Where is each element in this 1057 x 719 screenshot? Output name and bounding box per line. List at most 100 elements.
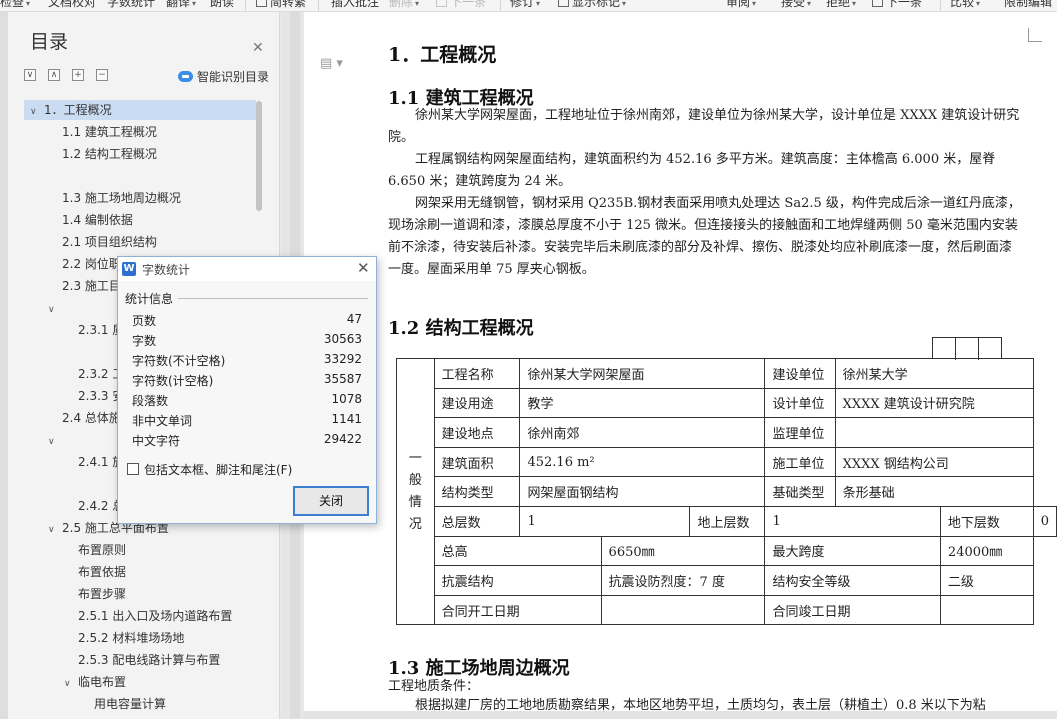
outline-item-label: 2.3 施工目 [62, 279, 121, 293]
toolbar-convert[interactable]: 简转繁 [256, 0, 306, 10]
table-cell: 合同开工日期 [433, 594, 602, 626]
stat-value: 33292 [323, 352, 362, 366]
outline-item[interactable]: 2.5.1 出入口及场内道路布置 [78, 606, 232, 626]
table-cell: 教学 [519, 387, 766, 419]
table-row: 总高 6650㎜ 最大跨度 24000㎜ [397, 535, 1057, 567]
stat-value: 47 [346, 312, 362, 326]
toolbar-delete[interactable]: 删除 ▾ [389, 0, 419, 11]
table-cell: 建筑面积 [433, 446, 521, 478]
outline-item[interactable]: ∨ [48, 430, 62, 450]
outline-item[interactable]: 2.5.3 配电线路计算与布置 [78, 650, 220, 670]
outline-item[interactable]: 1.1 建筑工程概况 [62, 122, 157, 142]
outline-item-label: 1．工程概况 [44, 103, 112, 117]
stat-row: 段落数 1078 [132, 392, 362, 412]
toolbar-restrict-editing[interactable]: 限制编辑 [1004, 0, 1052, 10]
table-cell: 工程名称 [433, 358, 521, 389]
table-cell: 建设用途 [433, 387, 521, 419]
remove-heading-icon[interactable]: − [96, 69, 108, 81]
outline-item[interactable]: 布置原则 [78, 540, 126, 560]
outline-item[interactable]: 用电容量计算 [94, 694, 166, 710]
outline-item[interactable]: ∨ 临电布置 [64, 672, 126, 692]
stat-label: 中文字符 [132, 434, 181, 448]
outline-item[interactable]: ∨ [48, 298, 62, 318]
table-row: 合同开工日期 合同竣工日期 [397, 594, 1057, 626]
outline-item[interactable]: 2.1 项目组织结构 [62, 232, 157, 252]
outline-item[interactable]: ∨ 1．工程概况 [24, 100, 256, 120]
stat-label: 段落数 [132, 394, 169, 408]
stat-row: 字数 30563 [132, 332, 362, 352]
toolbar-next-change[interactable]: 下一条 [872, 0, 922, 10]
smart-toc-button[interactable]: 智能识别目录 [178, 68, 269, 85]
paragraph-building-area: 工程属钢结构网架屋面结构，建筑面积约为 452.16 多平方米。建筑高度：主体檐… [388, 152, 996, 189]
stat-row: 字符数(计空格) 35587 [132, 372, 362, 392]
horizontal-scrollbar[interactable] [304, 711, 1057, 719]
outline-close-icon[interactable]: ✕ [252, 40, 264, 56]
table-cell: 建设地点 [433, 417, 521, 448]
outline-item-label: 1.1 建筑工程概况 [62, 125, 157, 139]
table-header-boxes [932, 337, 1002, 360]
chevron-down-icon[interactable]: ∨ [30, 102, 44, 122]
chevron-down-icon[interactable]: ∨ [48, 432, 62, 452]
dialog-close-icon[interactable]: ✕ [357, 259, 370, 277]
outline-scrollbar[interactable] [256, 101, 262, 211]
include-textbox-label[interactable]: 包括文本框、脚注和尾注(F) [144, 461, 292, 478]
toolbar-reject[interactable]: 拒绝 ▾ [826, 0, 856, 11]
outline-item[interactable]: 1.3 施工场地周边概况 [62, 188, 181, 208]
table-cell [939, 594, 1034, 626]
outline-item-label: 2.2 岗位职 [62, 257, 121, 271]
chevron-down-icon[interactable]: ∨ [48, 300, 62, 320]
outline-item-label: 临电布置 [78, 675, 127, 689]
chevron-down-icon[interactable]: ∨ [64, 674, 78, 694]
toolbar-accept[interactable]: 接受 ▾ [781, 0, 811, 11]
outline-item[interactable]: 2.3 施工目 [62, 276, 121, 296]
table-cell: 结构安全等级 [764, 565, 941, 596]
paragraph-project-address: 徐州某大学网架屋面，工程地址位于徐州南郊，建设单位为徐州某大学，设计单位是 XX… [388, 108, 1020, 145]
outline-item-label: 2.1 项目组织结构 [62, 235, 157, 249]
table-cell: 地上层数 [689, 505, 766, 537]
outline-item[interactable]: 2.4 总体施 [62, 408, 121, 428]
toolbar-check[interactable]: 检查 ▾ [0, 0, 30, 11]
outline-item[interactable]: 2.5.2 材料堆场场地 [78, 628, 184, 648]
outline-item-label: 1.3 施工场地周边概况 [62, 191, 181, 205]
margin-corner-mark [1028, 28, 1042, 42]
table-row: 建筑面积 452.16 m² 施工单位 XXXX 钢结构公司 [397, 446, 1057, 478]
toolbar-word-count[interactable]: 字数统计 [107, 0, 155, 10]
table-cell: 监理单位 [764, 417, 836, 448]
toolbar-show-markup[interactable]: 显示标记 ▾ [558, 0, 626, 11]
table-row: 一般情况 工程名称 徐州某大学网架屋面 建设单位 徐州某大学 [396, 357, 1057, 626]
document-page[interactable]: ▤ ▾ 1．工程概况 1.1 建筑工程概况 徐州某大学网架屋面，工程地址位于徐州… [304, 12, 1057, 719]
page-options-icon[interactable]: ▤ ▾ [320, 56, 343, 71]
toolbar-read-aloud[interactable]: 朗读 [210, 0, 234, 10]
expand-all-icon[interactable]: ∧ [48, 69, 60, 81]
table-row: 建设地点 徐州南郊 监理单位 [397, 417, 1057, 448]
word-count-dialog: W 字数统计 ✕ 统计信息 页数 47 字数 30563 字符数(不计空格) 33292 字… [117, 256, 377, 524]
toolbar-translate[interactable]: 翻译 ▾ [166, 0, 196, 11]
toolbar-proofread[interactable]: 文档校对 [48, 0, 96, 10]
toolbar-track-changes[interactable]: 修订 ▾ [510, 0, 540, 11]
toolbar-insert-comment[interactable]: 插入批注 [331, 0, 379, 10]
toolbar-review-pane[interactable]: 审阅 ▾ [726, 0, 756, 11]
include-textbox-checkbox[interactable] [127, 463, 139, 475]
pane-edge [0, 12, 8, 719]
table-cell: 总层数 [433, 505, 521, 537]
toolbar-compare[interactable]: 比较 ▾ [950, 0, 980, 11]
collapse-all-icon[interactable]: ∨ [24, 69, 36, 81]
outline-item[interactable]: 1.2 结构工程概况 [62, 144, 157, 164]
table-cell: 二级 [939, 565, 1034, 596]
table-cell [600, 594, 766, 626]
stat-row: 页数 47 [132, 312, 362, 332]
add-heading-icon[interactable]: + [72, 69, 84, 81]
heading-structure-overview: 1.2 结构工程概况 [388, 318, 534, 339]
stat-row: 字符数(不计空格) 33292 [132, 352, 362, 372]
stat-value: 1078 [331, 392, 362, 406]
outline-item[interactable]: 1.4 编制依据 [62, 210, 133, 230]
toolbar-next-comment[interactable]: 下一条 [436, 0, 486, 10]
close-button[interactable]: 关闭 [293, 486, 369, 516]
outline-item[interactable]: 2.2 岗位职 [62, 254, 121, 274]
chevron-down-icon[interactable]: ∨ [48, 520, 62, 540]
outline-item[interactable]: 布置步骤 [78, 584, 126, 604]
outline-item-label: 布置依据 [78, 565, 127, 579]
outline-item[interactable]: 布置依据 [78, 562, 126, 582]
heading-engineering-overview: 1．工程概况 [388, 44, 497, 66]
stat-label: 非中文单词 [132, 414, 193, 428]
